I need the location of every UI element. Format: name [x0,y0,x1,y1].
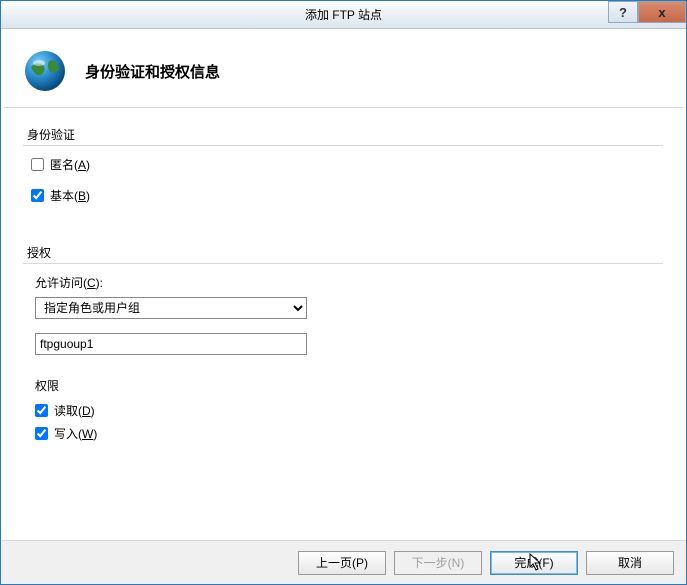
help-button[interactable]: ? [608,1,638,23]
previous-button[interactable]: 上一页(P) [298,551,386,575]
next-button: 下一步(N) [394,551,482,575]
basic-checkbox-row: 基本(B) [31,187,660,204]
globe-icon [21,47,69,95]
window-title: 添加 FTP 站点 [1,6,686,23]
finish-button[interactable]: 完成(F) [490,551,578,575]
permissions-group: 读取(D) 写入(W) [27,402,660,442]
read-checkbox[interactable] [35,404,48,417]
titlebar-buttons: ? x [608,1,686,28]
authz-group-underline [23,263,663,264]
auth-group-label: 身份验证 [27,126,660,143]
write-checkbox[interactable] [35,427,48,440]
write-checkbox-row: 写入(W) [35,425,660,442]
anonymous-label[interactable]: 匿名(A) [50,156,90,173]
page-title: 身份验证和授权信息 [85,61,220,82]
read-label[interactable]: 读取(D) [54,402,95,419]
wizard-header: 身份验证和授权信息 [1,29,686,107]
wizard-footer: 上一页(P) 下一步(N) 完成(F) 取消 [1,540,686,584]
anonymous-checkbox-row: 匿名(A) [31,156,660,173]
allow-access-select[interactable]: 指定角色或用户组 [35,297,307,319]
cancel-button[interactable]: 取消 [586,551,674,575]
authz-group-label: 授权 [27,244,660,261]
titlebar: 添加 FTP 站点 ? x [1,1,686,29]
close-button[interactable]: x [638,1,686,23]
anonymous-checkbox[interactable] [31,158,44,171]
permissions-label: 权限 [35,377,660,394]
content-area: 身份验证 匿名(A) 基本(B) 授权 允许访问(C): 指定角色或用户组 权限… [1,108,686,458]
basic-label[interactable]: 基本(B) [50,187,90,204]
basic-checkbox[interactable] [31,189,44,202]
write-label[interactable]: 写入(W) [54,425,97,442]
auth-group-underline [23,145,663,146]
role-group-input[interactable] [35,333,307,355]
allow-access-label: 允许访问(C): [35,274,660,291]
read-checkbox-row: 读取(D) [35,402,660,419]
